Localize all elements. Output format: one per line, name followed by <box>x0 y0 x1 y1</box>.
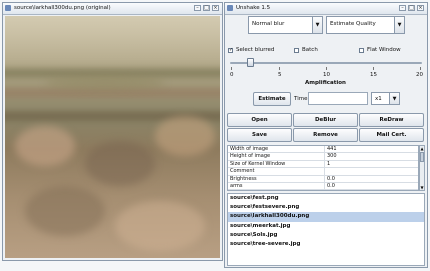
batch-label: Batch <box>302 47 318 53</box>
flat-window-checkbox[interactable]: Flat Window <box>359 47 401 53</box>
slider-tick-label: 10 <box>323 72 330 78</box>
scroll-down-icon[interactable]: ▼ <box>420 185 424 190</box>
slider-tick <box>279 67 280 70</box>
deblur-button[interactable]: DeBlur <box>293 113 358 127</box>
properties-scrollbar[interactable]: ▲ ▼ <box>419 145 425 191</box>
slider-tick <box>373 67 374 70</box>
save-button[interactable]: Save <box>227 128 292 142</box>
amplification-label: Amplification <box>305 80 346 86</box>
batch-checkbox[interactable]: Batch <box>294 47 318 53</box>
close-icon[interactable]: × <box>212 5 219 11</box>
scrollbar-thumb[interactable] <box>420 152 424 162</box>
property-key: arms <box>228 182 325 190</box>
flat-window-label: Flat Window <box>367 47 401 53</box>
maximize-icon[interactable]: □ <box>408 5 415 11</box>
time-label: Time <box>294 96 308 102</box>
property-key: Brightness <box>228 175 325 182</box>
quality-mode-value: Estimate Quality <box>330 21 376 27</box>
slider-tick <box>326 67 327 70</box>
property-value[interactable] <box>325 168 418 174</box>
checkbox-check-icon: ✓ <box>228 46 234 53</box>
maximize-icon[interactable]: □ <box>203 5 210 11</box>
scale-select[interactable]: x1 ▼ <box>371 92 400 105</box>
table-row[interactable]: Brightness 0.0 <box>228 175 418 183</box>
amplification-slider-track[interactable] <box>230 62 422 64</box>
slider-tick <box>420 67 421 70</box>
slider-tick-label: 20 <box>416 72 423 78</box>
chevron-down-icon: ▼ <box>389 93 399 104</box>
table-row[interactable]: Width of image 441 <box>228 146 418 154</box>
table-row[interactable]: arms 0.0 <box>228 182 418 190</box>
property-value[interactable]: 0.0 <box>325 176 418 182</box>
original-window-titlebar[interactable]: source\larkhall300du.png (original) – □ … <box>3 3 222 15</box>
close-icon[interactable]: × <box>417 5 424 11</box>
property-key: Height of image <box>228 153 325 160</box>
unshake-window-title: Unshake 1.5 <box>236 5 271 11</box>
minimize-icon[interactable]: – <box>194 5 201 11</box>
mail-cert-button[interactable]: Mail Cert. <box>359 128 424 142</box>
select-blurred-label: Select blurred <box>236 47 275 53</box>
property-value[interactable]: 1 <box>325 161 418 167</box>
slider-tick-label: 15 <box>370 72 377 78</box>
property-key: Comment <box>228 168 325 175</box>
table-row[interactable]: Comment <box>228 168 418 176</box>
select-blurred-checkbox[interactable]: ✓ Select blurred <box>228 47 274 53</box>
unshake-window-titlebar[interactable]: Unshake 1.5 – □ × <box>225 3 427 15</box>
list-item[interactable]: source\Sols.jpg <box>228 231 424 240</box>
time-field <box>308 92 368 105</box>
original-image-window: source\larkhall300du.png (original) – □ … <box>2 2 223 261</box>
chevron-down-icon: ▼ <box>312 17 322 33</box>
property-key: Size of Kernel Window <box>228 160 325 168</box>
app-icon <box>227 5 233 11</box>
app-icon <box>5 5 11 11</box>
checkbox-empty-icon <box>359 47 364 53</box>
chevron-down-icon: ▼ <box>394 17 404 33</box>
redraw-button[interactable]: ReDraw <box>359 113 424 127</box>
blur-mode-select[interactable]: Normal blur ▼ <box>248 16 323 34</box>
scale-value: x1 <box>375 96 382 102</box>
list-item[interactable]: source\fest.png <box>228 194 424 203</box>
amplification-slider-thumb[interactable] <box>246 58 254 67</box>
slider-tick-label: 5 <box>278 72 282 78</box>
property-value[interactable]: 441 <box>325 146 418 152</box>
slider-tick-label: 0 <box>230 72 234 78</box>
blurred-photo <box>5 16 220 258</box>
list-item[interactable]: source\tree-severe.jpg <box>228 240 424 249</box>
estimate-button[interactable]: Estimate <box>253 92 291 106</box>
checkbox-empty-icon <box>294 47 299 53</box>
blur-mode-value: Normal blur <box>252 21 285 27</box>
scroll-up-icon[interactable]: ▲ <box>420 146 424 151</box>
properties-table[interactable]: Width of image 441 Height of image 300 S… <box>227 145 419 191</box>
open-button[interactable]: Open <box>227 113 292 127</box>
remove-button[interactable]: Remove <box>293 128 358 142</box>
slider-tick <box>231 67 232 70</box>
file-list[interactable]: source\fest.png source\festsevere.png so… <box>227 193 425 266</box>
list-item[interactable]: source\meerkat.jpg <box>228 222 424 231</box>
list-item-selected[interactable]: source\larkhall300du.png <box>228 212 424 222</box>
table-row[interactable]: Size of Kernel Window 1 <box>228 160 418 169</box>
quality-mode-select[interactable]: Estimate Quality ▼ <box>326 16 405 34</box>
property-value[interactable]: 300 <box>325 153 418 159</box>
original-window-title: source\larkhall300du.png (original) <box>14 5 111 11</box>
minimize-icon[interactable]: – <box>399 5 406 11</box>
property-key: Width of image <box>228 146 325 153</box>
list-item[interactable]: source\festsevere.png <box>228 203 424 212</box>
property-value[interactable]: 0.0 <box>325 183 418 189</box>
table-row[interactable]: Height of image 300 <box>228 153 418 161</box>
